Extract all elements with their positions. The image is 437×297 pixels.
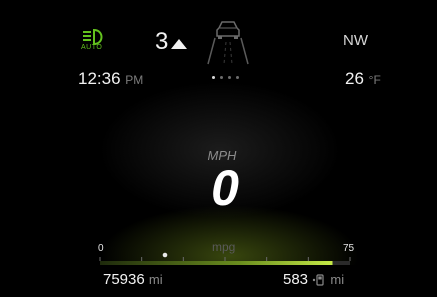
temperature-unit: °F <box>368 73 381 87</box>
clock-time: 12:36 <box>78 69 121 88</box>
mpg-current-marker <box>162 252 168 258</box>
page-dot <box>212 76 215 79</box>
page-dot <box>228 76 231 79</box>
upshift-arrow-icon <box>171 38 188 49</box>
fuel-pump-icon <box>313 274 324 286</box>
mpg-gauge-fill <box>100 261 333 265</box>
range-value: 583 <box>283 271 309 288</box>
compass-heading: NW <box>343 32 368 49</box>
fuel-range: 583 mi <box>283 271 344 288</box>
page-dot <box>220 76 223 79</box>
lane-car-icon <box>207 21 249 65</box>
gear-number: 3 <box>155 28 169 55</box>
page-indicator <box>212 76 239 79</box>
odometer-unit: mi <box>148 272 163 287</box>
outside-temperature: 26 °F <box>345 69 381 89</box>
odometer-value: 75936 <box>103 271 145 288</box>
clock-suffix: PM <box>125 73 144 87</box>
headlight-auto-label: AUTO <box>81 44 103 51</box>
temperature-value: 26 <box>345 69 364 88</box>
clock: 12:36 PM <box>78 69 143 89</box>
gear-indicator: 3 <box>155 28 188 55</box>
page-dot <box>236 76 239 79</box>
odometer: 75936 mi <box>103 271 163 288</box>
instrument-cluster-display: AUTO 3 NW 12:36 PM 26 °F MPH 0 0 mpg 75 <box>0 0 437 297</box>
mpg-gauge-ticks <box>99 257 351 261</box>
range-unit: mi <box>330 272 345 287</box>
mpg-gauge <box>99 252 351 265</box>
